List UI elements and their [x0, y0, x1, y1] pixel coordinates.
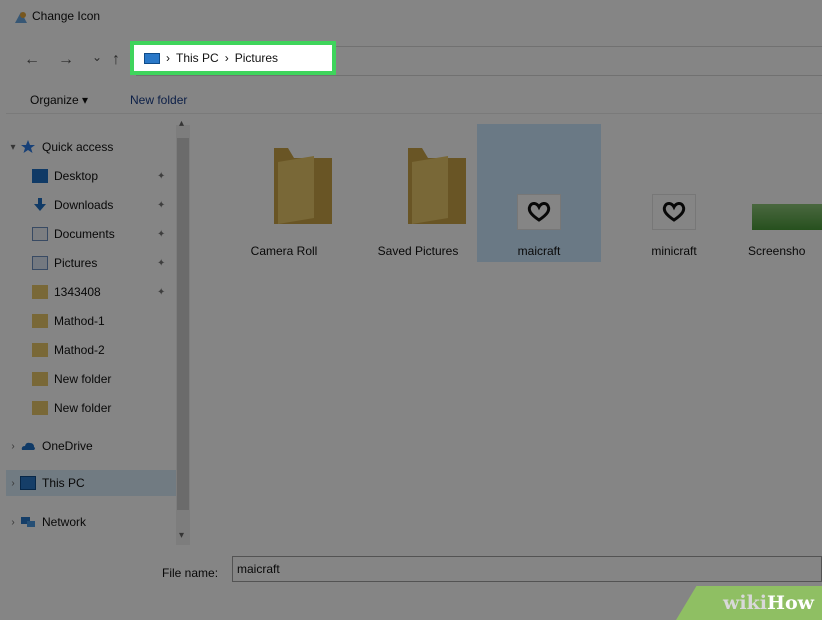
documents-icon	[32, 227, 48, 241]
chevron-right-icon[interactable]: ›	[6, 478, 20, 489]
wikihow-watermark: wiki How	[676, 586, 822, 620]
chevron-down-icon[interactable]: ▾	[6, 142, 20, 153]
sidebar-item-label: New folder	[54, 401, 112, 415]
organize-button[interactable]: Organize ▾	[30, 93, 88, 107]
downloads-icon	[34, 198, 46, 211]
sidebar-item-label: This PC	[42, 476, 85, 490]
sidebar-item-mathod-2[interactable]: Mathod-2	[6, 337, 188, 363]
folder-icon	[274, 148, 332, 224]
file-item-minicraft[interactable]: minicraft	[612, 124, 736, 262]
folder-icon	[32, 285, 48, 299]
sidebar-item-label: Mathod-1	[54, 314, 105, 328]
sidebar-item-1343408[interactable]: 1343408 ✦	[6, 279, 188, 305]
file-item-camera-roll[interactable]: Camera Roll	[222, 124, 346, 262]
pin-icon: ✦	[157, 257, 166, 269]
pictures-icon	[32, 256, 48, 270]
folder-icon	[32, 343, 48, 357]
sidebar-item-label: Downloads	[54, 198, 114, 212]
pin-icon: ✦	[157, 170, 166, 182]
forward-arrow-icon[interactable]: →	[58, 52, 74, 68]
file-label: maicraft	[517, 244, 561, 258]
file-item-screenshots[interactable]: Screensho	[738, 124, 822, 262]
sidebar-item-label: Quick access	[42, 140, 114, 154]
heart-icon	[527, 202, 551, 222]
breadcrumb-pictures[interactable]: Pictures	[235, 51, 278, 65]
file-thumbnail	[652, 194, 696, 230]
sidebar-item-new-folder[interactable]: New folder	[6, 366, 188, 392]
sidebar-item-label: Network	[42, 515, 87, 529]
folder-icon	[32, 372, 48, 386]
change-icon-dialog: Change Icon ← → ⌄ ↑ › This PC › Pictures…	[6, 0, 822, 598]
file-label: Screensho	[748, 244, 806, 258]
file-name-input[interactable]	[232, 556, 822, 582]
file-label: Saved Pictures	[377, 244, 459, 258]
sidebar-item-downloads[interactable]: Downloads ✦	[6, 192, 188, 218]
folder-icon	[32, 401, 48, 415]
breadcrumb-highlight[interactable]: › This PC › Pictures	[130, 41, 336, 75]
breadcrumb-separator: ›	[224, 51, 229, 65]
title-bar: Change Icon	[6, 0, 822, 34]
sidebar-scrollbar-thumb[interactable]	[177, 138, 189, 510]
sidebar-item-documents[interactable]: Documents ✦	[6, 221, 188, 247]
desktop-icon	[32, 169, 48, 183]
this-pc-icon	[20, 476, 36, 490]
scroll-up-icon[interactable]: ▴	[179, 118, 184, 129]
pin-icon: ✦	[157, 228, 166, 240]
folder-icon	[408, 148, 466, 224]
file-item-saved-pictures[interactable]: Saved Pictures	[356, 124, 480, 262]
onedrive-icon	[21, 442, 35, 450]
navigation-pane: ▾ Quick access Desktop ✦ Downloads ✦ Doc…	[6, 114, 188, 544]
star-icon	[21, 140, 35, 153]
watermark-how: How	[767, 592, 814, 614]
sidebar-item-network[interactable]: › Network	[6, 509, 188, 535]
file-thumbnail	[752, 204, 822, 230]
sidebar-item-this-pc[interactable]: › This PC	[6, 470, 188, 496]
folder-icon	[32, 314, 48, 328]
file-name-label: File name:	[162, 566, 219, 580]
sidebar-item-label: Desktop	[54, 169, 99, 183]
chevron-right-icon[interactable]: ›	[6, 517, 20, 528]
file-thumbnail	[517, 194, 561, 230]
chevron-right-icon[interactable]: ›	[6, 441, 20, 452]
watermark-wiki: wiki	[723, 592, 768, 614]
sidebar-item-label: Documents	[54, 227, 115, 241]
file-label: minicraft	[651, 244, 697, 258]
pin-icon: ✦	[157, 199, 166, 211]
sidebar-item-desktop[interactable]: Desktop ✦	[6, 163, 188, 189]
change-icon-app-icon	[15, 12, 27, 23]
breadcrumb-this-pc[interactable]: This PC	[176, 51, 219, 65]
sidebar-item-label: OneDrive	[42, 439, 93, 453]
pin-icon: ✦	[157, 286, 166, 298]
recent-chevron-icon[interactable]: ⌄	[92, 50, 102, 64]
sidebar-item-new-folder-2[interactable]: New folder	[6, 395, 188, 421]
new-folder-button[interactable]: New folder	[130, 93, 187, 107]
sidebar-item-label: Mathod-2	[54, 343, 105, 357]
sidebar-item-label: 1343408	[54, 285, 101, 299]
sidebar-item-mathod-1[interactable]: Mathod-1	[6, 308, 188, 334]
sidebar-item-onedrive[interactable]: › OneDrive	[6, 433, 188, 459]
scroll-down-icon[interactable]: ▾	[179, 530, 184, 541]
sidebar-item-label: Pictures	[54, 256, 98, 270]
this-pc-icon	[144, 52, 160, 64]
file-item-maicraft[interactable]: maicraft	[477, 124, 601, 262]
file-label: Camera Roll	[250, 244, 318, 258]
heart-icon	[662, 202, 686, 222]
network-icon	[21, 517, 35, 527]
up-arrow-icon[interactable]: ↑	[112, 52, 120, 68]
sidebar-item-quick-access[interactable]: ▾ Quick access	[6, 134, 188, 160]
window-title: Change Icon	[32, 9, 101, 23]
back-arrow-icon[interactable]: ←	[24, 52, 40, 68]
sidebar-item-label: New folder	[54, 372, 112, 386]
sidebar-item-pictures[interactable]: Pictures ✦	[6, 250, 188, 276]
breadcrumb-separator: ›	[166, 51, 170, 65]
